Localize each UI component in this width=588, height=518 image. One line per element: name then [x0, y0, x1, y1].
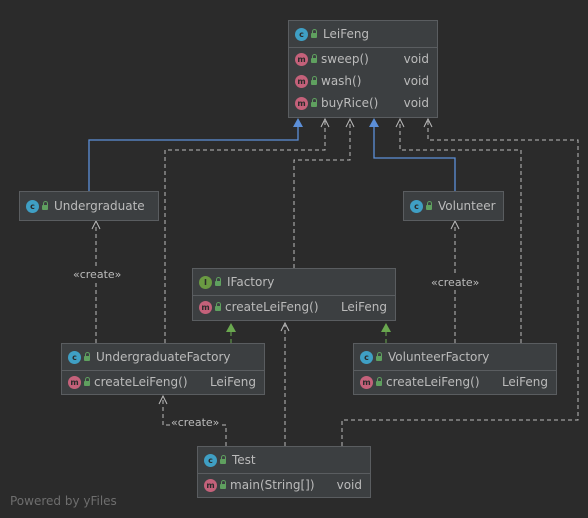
method-icon: m — [68, 375, 81, 389]
lock-icon — [376, 352, 382, 361]
member-row[interactable]: m buyRice() void — [289, 92, 437, 114]
member-name: createLeiFeng() — [386, 375, 480, 389]
method-icon: m — [199, 300, 212, 314]
member-type: void — [403, 52, 429, 66]
edge-ugfactory-implements-ifactory — [226, 323, 236, 343]
member-row[interactable]: m createLeiFeng() LeiFeng — [354, 371, 556, 393]
class-volunteer-factory[interactable]: c VolunteerFactory m createLeiFeng() Lei… — [353, 343, 557, 395]
lock-icon — [220, 480, 226, 489]
edge-ifactory-uses-leifeng — [293, 117, 355, 268]
lock-icon — [311, 29, 317, 38]
edge-undergraduate-extends-leifeng — [88, 118, 303, 191]
member-name: buyRice() — [321, 96, 379, 110]
class-leifeng[interactable]: c LeiFeng m sweep() void m wash() void m… — [288, 20, 438, 118]
class-undergraduate[interactable]: c Undergraduate — [19, 191, 159, 221]
edge-label-create-undergraduate: «create» — [72, 268, 123, 281]
yfiles-watermark: Powered by yFiles — [10, 494, 117, 508]
class-test-header: c Test — [198, 447, 370, 474]
edge-test-uses-ifactory — [280, 321, 290, 446]
class-title: Volunteer — [438, 199, 496, 213]
lock-icon — [426, 201, 432, 210]
class-test[interactable]: c Test m main(String[]) void — [197, 446, 371, 498]
member-type: void — [403, 74, 429, 88]
method-icon: m — [295, 52, 308, 66]
interface-ifactory[interactable]: I IFactory m createLeiFeng() LeiFeng — [192, 268, 396, 321]
member-name: createLeiFeng() — [225, 300, 319, 314]
class-title: IFactory — [227, 275, 275, 289]
class-title: Test — [232, 453, 256, 467]
member-name: main(String[]) — [230, 478, 315, 492]
edge-label-create-volunteer: «create» — [430, 276, 481, 289]
class-volunteer-factory-header: c VolunteerFactory — [354, 344, 556, 371]
interface-ifactory-header: I IFactory — [193, 269, 395, 296]
class-icon: c — [295, 27, 308, 41]
lock-icon — [311, 98, 317, 107]
class-icon: c — [26, 199, 39, 213]
lock-icon — [84, 352, 90, 361]
class-undergraduate-header: c Undergraduate — [20, 192, 158, 220]
class-volunteer[interactable]: c Volunteer — [403, 191, 504, 221]
member-type: LeiFeng — [340, 300, 387, 314]
lock-icon — [220, 455, 226, 464]
class-undergraduate-factory[interactable]: c UndergraduateFactory m createLeiFeng()… — [61, 343, 265, 395]
edge-volunteer-extends-leifeng — [369, 118, 456, 191]
member-type: LeiFeng — [209, 375, 256, 389]
lock-icon — [215, 277, 221, 286]
member-row[interactable]: m wash() void — [289, 70, 437, 92]
method-icon: m — [360, 375, 373, 389]
edge-volfactory-implements-ifactory — [381, 323, 391, 343]
method-icon: m — [295, 96, 308, 110]
class-icon: c — [68, 350, 81, 364]
member-row[interactable]: m main(String[]) void — [198, 474, 370, 496]
member-name: createLeiFeng() — [94, 375, 188, 389]
class-icon: c — [410, 199, 423, 213]
class-icon: c — [204, 453, 217, 467]
member-type: LeiFeng — [501, 375, 548, 389]
member-row[interactable]: m createLeiFeng() LeiFeng — [193, 296, 395, 318]
edge-label-create-factory: «create» — [170, 416, 221, 429]
method-icon: m — [295, 74, 308, 88]
class-icon: c — [360, 350, 373, 364]
lock-icon — [84, 377, 90, 386]
class-leifeng-header: c LeiFeng — [289, 21, 437, 48]
edge-volfactory-uses-leifeng — [395, 117, 522, 343]
edge-ugfactory-creates-undergraduate — [91, 219, 101, 343]
lock-icon — [311, 54, 317, 63]
member-name: wash() — [321, 74, 362, 88]
lock-icon — [215, 302, 221, 311]
member-name: sweep() — [321, 52, 369, 66]
lock-icon — [42, 201, 48, 210]
member-row[interactable]: m createLeiFeng() LeiFeng — [62, 371, 264, 393]
member-type: void — [403, 96, 429, 110]
method-icon: m — [204, 478, 217, 492]
member-row[interactable]: m sweep() void — [289, 48, 437, 70]
class-title: Undergraduate — [54, 199, 145, 213]
class-title: UndergraduateFactory — [96, 350, 231, 364]
interface-icon: I — [199, 275, 212, 289]
lock-icon — [311, 76, 317, 85]
member-type: void — [336, 478, 362, 492]
class-title: LeiFeng — [323, 27, 370, 41]
class-undergraduate-factory-header: c UndergraduateFactory — [62, 344, 264, 371]
lock-icon — [376, 377, 382, 386]
class-title: VolunteerFactory — [388, 350, 490, 364]
class-volunteer-header: c Volunteer — [404, 192, 503, 220]
